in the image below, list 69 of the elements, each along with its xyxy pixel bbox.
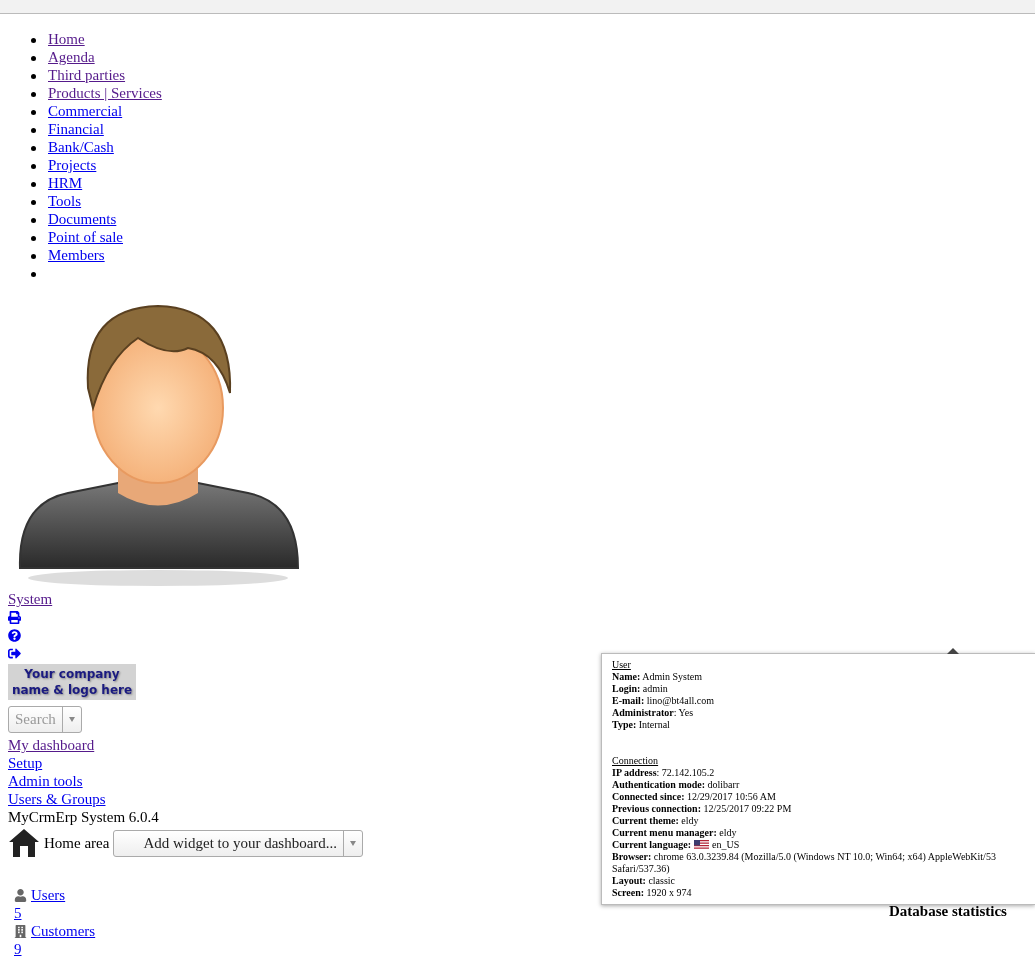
info-line: E-mail: lino@bt4all.com: [612, 695, 714, 707]
house-icon: [8, 828, 40, 858]
menu-link[interactable]: Projects: [48, 156, 97, 174]
info-line: Administrator: Yes: [612, 707, 694, 719]
menu-link[interactable]: Tools: [48, 192, 82, 210]
bullet-icon: [31, 110, 36, 115]
menu-link[interactable]: Products | Services: [48, 84, 162, 102]
stat-link[interactable]: Users: [31, 886, 66, 904]
section-heading: Connection: [612, 755, 660, 767]
section-heading: User: [612, 659, 632, 671]
bullet-icon: [31, 38, 36, 43]
info-line: Layout: classic: [612, 875, 676, 887]
user-link[interactable]: System: [8, 590, 53, 608]
home-area-label: Home area: [44, 834, 110, 852]
info-line: Current menu manager: eldy: [612, 827, 737, 839]
bullet-icon: [31, 236, 36, 241]
menu-link[interactable]: HRM: [48, 174, 83, 192]
stat-count[interactable]: 5: [14, 904, 96, 922]
info-line: Login: admin: [612, 683, 668, 695]
info-value: en_US: [712, 839, 740, 851]
info-line: Screen: 1920 x 974: [612, 887, 692, 899]
info-line: Name: Admin System: [612, 671, 702, 683]
menu-link[interactable]: Commercial: [48, 102, 123, 120]
info-line: Current language:: [612, 839, 691, 851]
bullet-icon: [31, 92, 36, 97]
printer-icon[interactable]: [8, 610, 21, 624]
person-icon: [14, 888, 27, 902]
menu-link[interactable]: Documents: [48, 210, 117, 228]
sidebar-link[interactable]: Admin tools: [8, 772, 83, 790]
info-line: Browser: chrome 63.0.3239.84 (Mozilla/5.0 (Windows NT 10.0; Win64; x64) AppleWebKit/53: [612, 851, 996, 863]
menu-link[interactable]: Agenda: [48, 48, 95, 66]
bullet-icon: [31, 164, 36, 169]
building-icon: [14, 924, 27, 938]
flag-icon: [694, 840, 709, 850]
section-title: Database statistics: [889, 903, 1007, 920]
info-line: Current theme: eldy: [612, 815, 699, 827]
bullet-icon: [31, 182, 36, 187]
sidebar-link[interactable]: Users & Groups: [8, 790, 106, 808]
bullet-icon: [31, 74, 36, 79]
menu-link[interactable]: Point of sale: [48, 228, 123, 246]
bullet-icon: [31, 218, 36, 223]
sidebar-link[interactable]: My dashboard: [8, 736, 95, 754]
menu-link[interactable]: Members: [48, 246, 105, 264]
info-line: IP address: 72.142.105.2: [612, 767, 715, 779]
bullet-icon: [31, 56, 36, 61]
bullet-icon: [31, 128, 36, 133]
company-logo: Your company name & logo here: [8, 664, 136, 700]
info-line: Safari/537.36): [612, 863, 670, 875]
info-line: Authentication mode: dolibarr: [612, 779, 740, 791]
menu-link[interactable]: Financial: [48, 120, 104, 138]
tooltip-arrow-icon: [947, 648, 959, 654]
info-line: Connected since: 12/29/2017 10:56 AM: [612, 791, 776, 803]
bullet-icon: [31, 200, 36, 205]
caret-icon: [68, 717, 75, 722]
sidebar-link[interactable]: Setup: [8, 754, 43, 772]
stat-count[interactable]: 9: [14, 940, 96, 958]
widget-select[interactable]: Add widget to your dashboard...: [113, 829, 364, 857]
version-text: MyCrmErp System 6.0.4: [8, 808, 159, 826]
stat-link[interactable]: Customers: [31, 922, 96, 940]
info-line: Previous connection: 12/25/2017 09:22 PM: [612, 803, 792, 815]
caret-icon: [350, 840, 357, 846]
info-line: Type: Internal: [612, 719, 670, 731]
bullet-icon: [31, 254, 36, 259]
menu-link[interactable]: Home: [48, 30, 85, 48]
bullet-icon: [31, 146, 36, 151]
logout-icon[interactable]: [8, 646, 21, 660]
menu-link[interactable]: Third parties: [48, 66, 126, 84]
menu-link[interactable]: Bank/Cash: [48, 138, 114, 156]
help-icon[interactable]: [8, 628, 21, 642]
